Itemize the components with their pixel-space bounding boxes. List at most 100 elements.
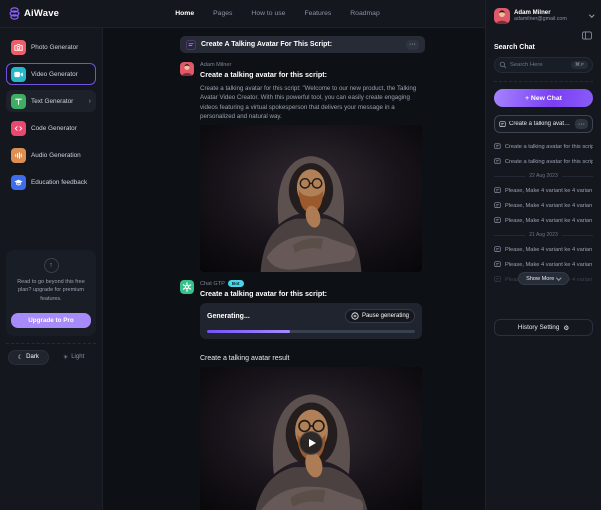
history-item[interactable]: Please, Make 4 variant ke 4 varian [494,213,593,228]
left-column: AiWave Home Pages How to use Features Ro… [0,0,485,510]
nav-home[interactable]: Home [175,10,194,17]
history-date-divider: 21 Aug 2023 [494,228,593,242]
history-item-label: Please, Make 4 variant ke 4 varian [505,203,592,209]
sidebar-item-label: Photo Generator [31,44,78,51]
code-icon [11,121,26,136]
light-mode-button[interactable]: ☀ Light [53,350,94,365]
user-message-content: Adam Milner Create a talking avatar for … [200,62,422,121]
history-item-label: Create a talking avatar for this scrip [505,159,593,165]
show-more-button[interactable]: Show More [518,272,569,285]
nav-features[interactable]: Features [304,10,331,17]
app-root: AiWave Home Pages How to use Features Ro… [0,0,601,510]
history-item-label: Please, Make 4 variant ke 4 varian [505,218,592,224]
sidebar-item-label: Audio Generation [31,152,81,159]
search-icon [499,61,507,69]
nav-how-to-use[interactable]: How to use [251,10,285,17]
sidebar-item-label: Code Generator [31,125,77,132]
bot-badge: Bot [228,280,244,287]
history-setting-button[interactable]: History Setting ⚙ [494,319,593,336]
graduation-cap-icon [11,175,26,190]
moon-icon: ☾ [18,354,23,361]
active-chat-label: Create a talking avatar for this scrip [509,121,572,127]
nav-roadmap[interactable]: Roadmap [350,10,379,17]
generating-card: Generating... Pause generating [200,303,422,339]
logo[interactable]: AiWave [0,7,100,20]
pause-label: Pause generating [362,313,409,319]
bot-author-row: Chat GTP Bot [200,280,327,287]
active-chat-item[interactable]: Create a talking avatar for this scrip ·… [494,115,593,133]
chevron-down-icon [589,12,594,17]
sidebar-item-video-generator[interactable]: Video Generator [6,63,96,85]
chat-square-icon [499,121,506,128]
upgrade-card: ↑ Read to go beyond this free plan? upgr… [6,250,96,336]
divider [494,81,593,82]
sidebar-item-label: Education feedback [31,179,87,186]
chat-main: Create A Talking Avatar For This Script:… [103,28,485,510]
bot-message-title: Create a talking avatar for this script: [200,289,327,298]
sidebar-item-audio-generation[interactable]: Audio Generation [6,144,96,166]
bot-message-content: Chat GTP Bot Create a talking avatar for… [200,280,327,298]
sun-icon: ☀ [63,354,68,361]
video-camera-icon [11,67,26,82]
play-button[interactable] [299,431,323,455]
chatgpt-avatar [180,280,194,294]
user-message-title: Create a talking avatar for this script: [200,70,422,79]
collapse-panel-button[interactable] [581,30,593,41]
chat-column: Create A Talking Avatar For This Script:… [180,36,425,510]
chevron-right-icon: › [89,98,91,105]
left-sidebar: Photo Generator Video Generator Text Gen… [0,28,103,510]
history-item[interactable]: Create a talking avatar for this scrip [494,154,593,169]
play-icon [309,439,316,447]
history-item[interactable]: Please, Make 4 variant ke 4 varian [494,198,593,213]
user-account-dropdown[interactable]: Adam Milner adamilner@gmail.com [494,2,593,29]
sidebar-item-label: Video Generator [31,71,78,78]
user-message: Adam Milner Create a talking avatar for … [180,62,425,121]
history-item[interactable]: Please, Make 4 variant ke 4 varian [494,257,593,272]
history-date-divider: 22 Aug 2023 [494,169,593,183]
camera-icon [11,40,26,55]
light-label: Light [71,354,84,360]
upgrade-text: Read to go beyond this free plan? upgrad… [11,278,91,303]
chat-menu-button[interactable]: ··· [406,40,419,50]
main-nav: Home Pages How to use Features Roadmap [100,10,485,17]
user-message-author: Adam Milner [200,62,422,68]
search-input[interactable] [510,62,560,68]
generating-label: Generating... [207,313,250,320]
upgrade-to-pro-button[interactable]: Upgrade to Pro [11,313,91,328]
avatar-source-image [200,125,422,272]
keyboard-shortcut-badge: ⌘ F [571,61,588,69]
pause-circle-icon [351,312,359,320]
sidebar-item-code-generator[interactable]: Code Generator [6,117,96,139]
user-name: Adam Milner [514,9,567,17]
chat-title: Create A Talking Avatar For This Script: [201,41,401,48]
result-label: Create a talking avatar result [200,355,422,362]
history-item[interactable]: Create a talking avatar for this scrip [494,139,593,154]
nav-pages[interactable]: Pages [213,10,232,17]
up-arrow-icon: ↑ [44,258,59,273]
gear-icon: ⚙ [563,324,569,332]
aiwave-logo-icon [9,7,20,20]
content-row: Photo Generator Video Generator Text Gen… [0,28,485,510]
sidebar-item-text-generator[interactable]: Text Generator › [6,90,96,112]
history-setting-label: History Setting [518,324,560,331]
new-chat-button[interactable]: + New Chat [494,89,593,107]
history-item[interactable]: Please, Make 4 variant ke 4 varian [494,183,593,198]
chat-bubble-icon [186,40,196,50]
search-box[interactable]: ⌘ F [494,57,593,73]
show-more-label: Show More [526,276,554,282]
search-chat-title: Search Chat [494,44,593,51]
dark-mode-button[interactable]: ☾ Dark [8,350,49,365]
sidebar-item-education-feedback[interactable]: Education feedback [6,171,96,193]
chat-item-menu-button[interactable]: ··· [575,119,588,129]
app-title: AiWave [24,8,59,19]
history-item[interactable]: Please, Make 4 variant ke 4 varian [494,242,593,257]
user-message-body: Create a talking avatar for this script:… [200,84,422,121]
chat-history-list: Create a talking avatar for this scrip C… [494,139,593,285]
pause-generating-button[interactable]: Pause generating [345,309,415,323]
generating-progress-fill [207,330,290,333]
user-avatar-small [494,8,510,24]
sidebar-item-photo-generator[interactable]: Photo Generator [6,36,96,58]
top-navbar: AiWave Home Pages How to use Features Ro… [0,0,485,28]
user-info: Adam Milner adamilner@gmail.com [514,9,567,23]
chevron-down-icon [557,275,562,280]
